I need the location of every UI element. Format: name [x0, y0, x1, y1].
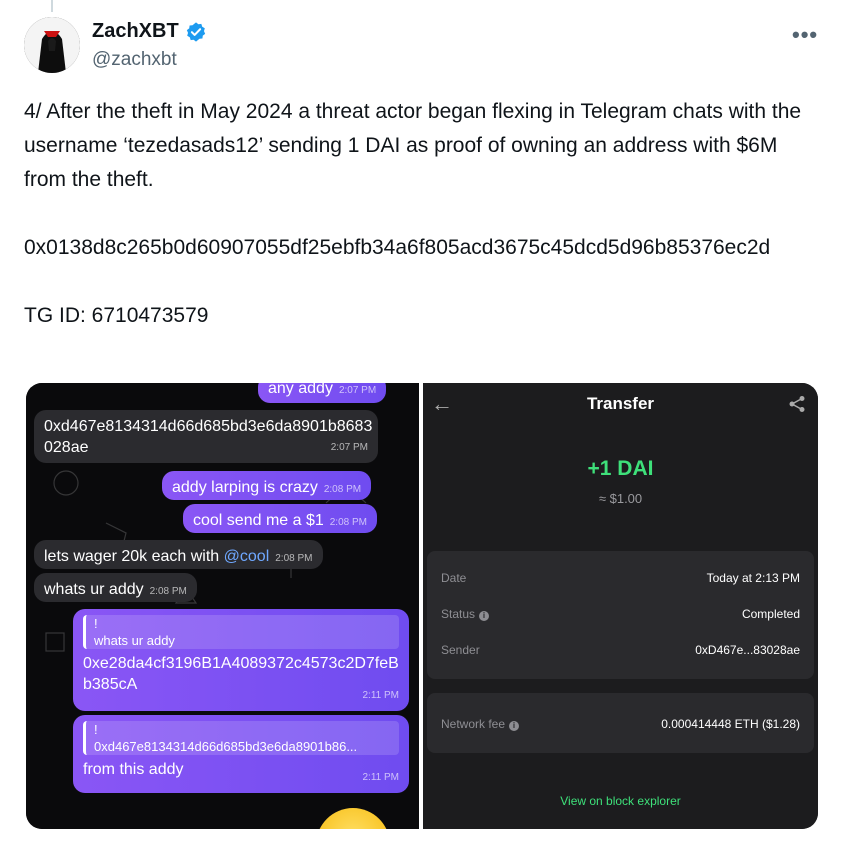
wallet-transfer-screenshot: ← Transfer +1 DAI ≈ $1.00 Date Today at 2… [423, 383, 818, 829]
share-icon [789, 396, 805, 412]
thread-line [51, 0, 53, 12]
detail-row-sender: Sender 0xD467e...83028ae [441, 643, 800, 657]
tweet-text: 4/ After the theft in May 2024 a threat … [24, 95, 824, 333]
author-name-text[interactable]: ZachXBT [92, 20, 179, 43]
more-options-icon[interactable]: ••• [792, 22, 818, 48]
info-icon: i [479, 611, 490, 621]
block-explorer-link: View on block explorer [560, 794, 681, 808]
mention-link[interactable]: @cool [224, 548, 270, 565]
detail-row-fee: Network fee i 0.000414448 ETH ($1.28) [441, 717, 800, 731]
tg-message: ! 0xd467e8134314d66d685bd3e6da8901b86...… [73, 715, 409, 793]
tg-message: ! whats ur addy 0xe28da4cf3196B1A4089372… [73, 609, 409, 711]
verified-badge-icon [186, 21, 205, 42]
tg-message: lets wager 20k each with @cool 2:08 PM [34, 540, 323, 569]
tg-message: addy larping is crazy 2:08 PM [162, 471, 372, 500]
detail-row-date: Date Today at 2:13 PM [441, 571, 800, 585]
tg-reply-quote: ! 0xd467e8134314d66d685bd3e6da8901b86... [83, 721, 399, 755]
tg-message: 0xd467e8134314d66d685bd3e6da8901b8683028… [34, 410, 378, 463]
tg-message: whats ur addy 2:08 PM [34, 573, 197, 602]
author-name[interactable]: ZachXBT [92, 20, 207, 43]
transfer-details-card: Date Today at 2:13 PM Status i Completed Se… [427, 551, 814, 679]
avatar[interactable] [24, 17, 80, 73]
author-handle[interactable]: @zachxbt [92, 49, 177, 71]
tweet-media[interactable]: any addy 2:07 PM 0xd467e8134314d66d685bd3… [26, 383, 818, 829]
tg-message: any addy 2:07 PM [258, 383, 387, 403]
telegram-screenshot: any addy 2:07 PM 0xd467e8134314d66d685bd3… [26, 383, 419, 829]
tweet-tg-id: TG ID: 6710473579 [24, 304, 209, 327]
tg-message: cool send me a $1 2:08 PM [183, 504, 377, 533]
tg-reply-quote: ! whats ur addy [83, 615, 399, 649]
info-icon: i [509, 721, 520, 731]
transfer-usd-value: ≈ $1.00 [598, 491, 643, 506]
tweet-paragraph: 4/ After the theft in May 2024 a threat … [24, 100, 802, 191]
network-fee-card: Network fee i 0.000414448 ETH ($1.28) [427, 693, 814, 753]
detail-row-status: Status i Completed [441, 607, 800, 621]
tweet-tx-hash: 0x0138d8c265b0d60907055df25ebfb34a6f805a… [24, 236, 771, 259]
transfer-title: Transfer [586, 394, 655, 413]
transfer-amount: +1 DAI [587, 457, 654, 480]
